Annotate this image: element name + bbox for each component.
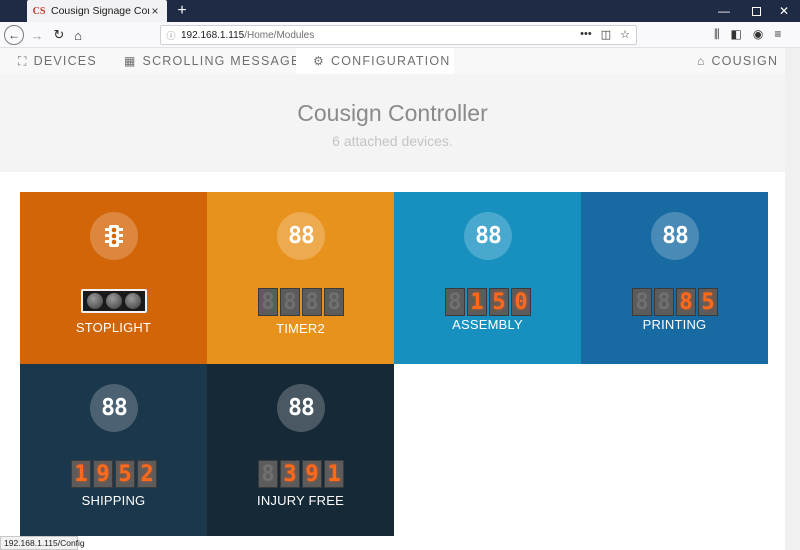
close-window-button[interactable]: ✕ [767, 0, 800, 22]
menu-icon[interactable]: ≡ [774, 27, 781, 42]
bookmark-star-icon[interactable]: ☆ [620, 28, 630, 41]
back-button[interactable]: ← [4, 25, 24, 45]
display-digit: 8 [258, 288, 278, 316]
modules-page: Cousign Controller 6 attached devices. S… [0, 74, 785, 536]
nav-configuration[interactable]: ⚙ CONFIGURATION [296, 48, 454, 74]
new-tab-button[interactable]: + [173, 1, 191, 21]
device-tile[interactable]: 88 8 1 5 0 ASSEMBLY [394, 192, 581, 364]
sidebar-icon[interactable]: ◧ [731, 27, 742, 42]
minimize-button[interactable]: — [707, 0, 741, 22]
traffic-light-glyph [105, 225, 123, 247]
forward-button[interactable]: → [27, 25, 47, 45]
gears-icon: ⚙ [313, 54, 325, 68]
scrollbar[interactable] [785, 48, 800, 550]
status-bar-url: 192.168.1.115/Config [0, 536, 85, 550]
maximize-icon [751, 6, 761, 16]
device-tile[interactable]: 88 1 9 5 2 SHIPPING [20, 364, 207, 536]
device-tile[interactable]: 88 8 3 9 1 INJURY FREE [207, 364, 394, 536]
seven-segment-icon: 88 [277, 384, 325, 432]
traffic-light-icon [90, 212, 138, 260]
display-digit: 5 [489, 288, 509, 316]
nav-configuration-label: CONFIGURATION [330, 54, 451, 68]
reload-button[interactable]: ↻ [49, 25, 69, 45]
display-digit: 8 [445, 288, 465, 316]
url-host: 192.168.1.115 [181, 29, 245, 41]
info-icon[interactable]: ⓘ [161, 29, 181, 42]
display-digit: 8 [632, 288, 652, 316]
device-name: TIMER2 [276, 321, 325, 336]
seven-segment-icon: 88 [277, 212, 325, 260]
device-tile[interactable]: 88 8 8 8 8 TIMER2 [207, 192, 394, 364]
seven-segment-glyph: 88 [475, 223, 502, 249]
home-icon: ⌂ [697, 54, 706, 68]
pocket-icon[interactable]: ◫ [601, 28, 611, 41]
stoplight-lamp [124, 293, 141, 309]
home-button[interactable]: ⌂ [68, 25, 88, 45]
grid-icon: ▦ [124, 54, 137, 68]
device-name: PRINTING [642, 317, 707, 332]
seven-segment-icon: 88 [90, 384, 138, 432]
browser-toolbar: ← → ↻ ⌂ ⓘ 192.168.1.115 /Home/Modules ••… [0, 22, 800, 48]
display-digit: 3 [280, 460, 300, 488]
address-bar[interactable]: ⓘ 192.168.1.115 /Home/Modules ••• ◫ ☆ [160, 25, 637, 45]
nav-scrolling-message-label: SCROLLING MESSAGE [142, 54, 301, 68]
display-digit: 8 [302, 288, 322, 316]
stoplight-lamp [87, 293, 104, 309]
library-icon[interactable]: ⫼ [714, 27, 720, 42]
stoplight-lamp [105, 293, 122, 309]
site-navigation: ⛶ DEVICES ▦ SCROLLING MESSAGE ⚙ CONFIGUR… [0, 48, 785, 74]
seven-segment-display: 8885 [632, 288, 718, 316]
seven-segment-display: 1952 [71, 460, 157, 488]
close-tab-icon[interactable]: × [149, 4, 161, 18]
device-name: INJURY FREE [257, 493, 344, 508]
seven-segment-glyph: 88 [288, 395, 315, 421]
seven-segment-display: 8391 [258, 460, 344, 488]
display-digit: 8 [676, 288, 696, 316]
nav-brand-label: COUSIGN [711, 54, 779, 68]
display-digit: 1 [467, 288, 487, 316]
display-digit: 1 [71, 460, 91, 488]
site-favicon-icon: CS [32, 5, 46, 17]
device-name: ASSEMBLY [452, 317, 523, 332]
device-tile[interactable]: STOPLIGHT [20, 192, 207, 364]
display-digit: 9 [93, 460, 113, 488]
nav-brand-home[interactable]: ⌂ COUSIGN [697, 48, 778, 74]
nav-scrolling-message[interactable]: ▦ SCROLLING MESSAGE [124, 48, 300, 74]
display-digit: 8 [280, 288, 300, 316]
nav-devices-label: DEVICES [33, 54, 97, 68]
display-digit: 8 [258, 460, 278, 488]
page-actions-icon[interactable]: ••• [580, 28, 592, 41]
account-icon[interactable]: ◉ [753, 27, 763, 42]
browser-tab[interactable]: CS Cousign Signage Controller × [27, 0, 167, 22]
display-digit: 5 [115, 460, 135, 488]
page-title: Cousign Controller [297, 100, 488, 126]
seven-segment-glyph: 88 [662, 223, 689, 249]
tab-title: Cousign Signage Controller [51, 5, 149, 17]
page-header: Cousign Controller 6 attached devices. [0, 74, 785, 172]
device-name: SHIPPING [81, 493, 146, 508]
device-tile[interactable]: 88 8 8 8 5 PRINTING [581, 192, 768, 364]
seven-segment-glyph: 88 [288, 223, 315, 249]
display-digit: 0 [511, 288, 531, 316]
page-subtitle: 6 attached devices. [332, 133, 453, 149]
device-name: STOPLIGHT [75, 320, 152, 335]
seven-segment-glyph: 88 [101, 395, 128, 421]
display-digit: 9 [302, 460, 322, 488]
display-digit: 2 [137, 460, 157, 488]
sitemap-icon: ⛶ [18, 53, 28, 68]
display-digit: 1 [324, 460, 344, 488]
browser-title-bar: CS Cousign Signage Controller × + — ✕ [0, 0, 800, 22]
display-digit: 8 [654, 288, 674, 316]
display-digit: 5 [698, 288, 718, 316]
url-path: /Home/Modules [244, 29, 315, 41]
seven-segment-icon: 88 [651, 212, 699, 260]
nav-devices[interactable]: ⛶ DEVICES [18, 48, 97, 74]
seven-segment-icon: 88 [464, 212, 512, 260]
stoplight-display [81, 289, 147, 313]
display-digit: 8 [324, 288, 344, 316]
seven-segment-display: 8150 [445, 288, 531, 316]
seven-segment-display: 8888 [258, 288, 344, 316]
